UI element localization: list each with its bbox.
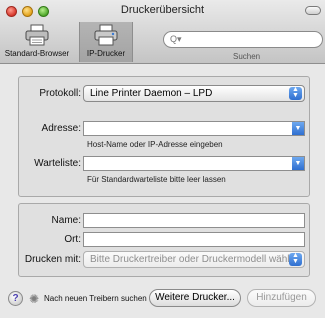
connection-group: Protokoll: Line Printer Daemon – LPD ▲ ▼ … xyxy=(18,76,310,197)
add-button[interactable]: Hinzufügen xyxy=(247,289,316,307)
location-label: Ort: xyxy=(64,234,81,245)
toolbar-item-label: IP-Drucker xyxy=(86,49,126,58)
help-button[interactable]: ? xyxy=(8,291,23,306)
search-label: Suchen xyxy=(233,52,261,61)
address-combobox[interactable]: ▼ xyxy=(83,121,305,136)
protocol-popup[interactable]: Line Printer Daemon – LPD ▲ ▼ xyxy=(83,85,305,102)
queue-hint: Für Standardwarteliste bitte leer lassen xyxy=(87,175,226,184)
search-field[interactable]: Q▾ xyxy=(163,31,323,48)
toolbar: Druckerübersicht Standard-Browser IP-Dru… xyxy=(0,0,325,64)
location-field[interactable] xyxy=(83,232,305,247)
magnifier-icon: Q▾ xyxy=(170,34,182,44)
progress-spinner-icon: ✺ xyxy=(29,292,40,306)
queue-combobox[interactable]: ▼ xyxy=(83,156,305,171)
toolbar-item-ip-printer[interactable]: IP-Drucker xyxy=(79,22,133,62)
printer-browser-window: Druckerübersicht Standard-Browser IP-Dru… xyxy=(0,0,325,318)
chevron-down-icon[interactable]: ▼ xyxy=(292,122,304,135)
address-label: Adresse: xyxy=(41,123,81,134)
driver-popup[interactable]: Bitte Druckertreiber oder Druckermodell … xyxy=(83,251,305,268)
protocol-value: Line Printer Daemon – LPD xyxy=(90,88,213,99)
more-printers-button[interactable]: Weitere Drucker... xyxy=(149,289,241,307)
status-text: Nach neuen Treibern suchen xyxy=(44,294,147,303)
chevron-down-icon[interactable]: ▼ xyxy=(292,157,304,170)
printer-network-icon xyxy=(94,24,118,46)
toolbar-toggle-button[interactable] xyxy=(305,6,321,15)
toolbar-item-standard-browser[interactable]: Standard-Browser xyxy=(2,24,72,58)
address-hint: Host-Name oder IP-Adresse eingeben xyxy=(87,140,223,149)
printer-icon xyxy=(25,24,49,46)
protocol-label: Protokoll: xyxy=(39,88,81,99)
queue-label: Warteliste: xyxy=(34,158,81,169)
popup-arrows-icon: ▲ ▼ xyxy=(289,86,302,100)
search-input[interactable] xyxy=(184,33,314,46)
popup-arrows-icon: ▲ ▼ xyxy=(289,252,302,266)
window-title: Druckerübersicht xyxy=(120,4,205,16)
driver-label: Drucken mit: xyxy=(24,254,81,265)
name-label: Name: xyxy=(51,215,81,226)
printer-info-group: Name: Ort: Drucken mit: Bitte Druckertre… xyxy=(18,203,310,277)
toolbar-item-label: Standard-Browser xyxy=(4,49,70,58)
driver-value: Bitte Druckertreiber oder Druckermodell … xyxy=(90,254,301,265)
name-field[interactable] xyxy=(83,213,305,228)
